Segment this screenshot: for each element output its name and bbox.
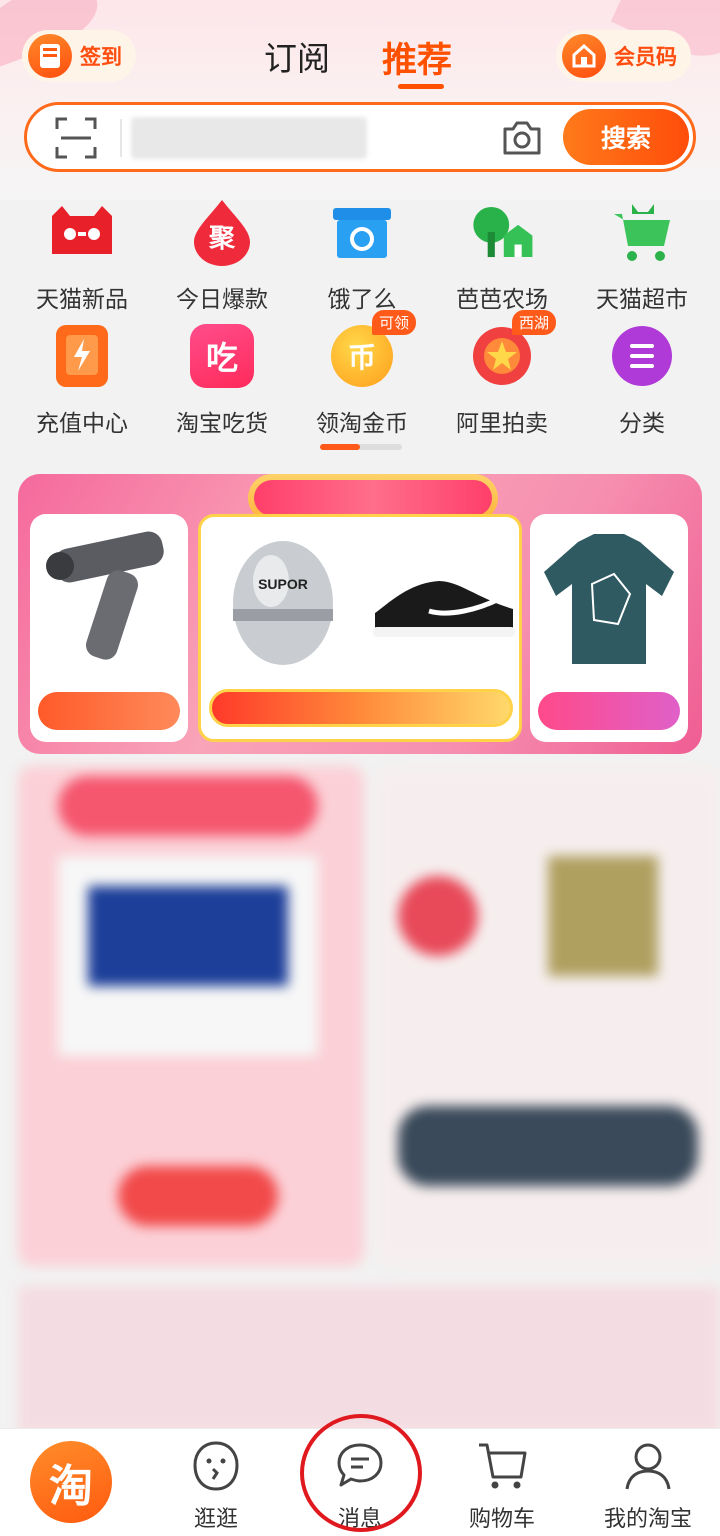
tmall-cat-icon xyxy=(48,198,116,266)
cart-icon xyxy=(479,1443,527,1489)
highlight-annotation-circle xyxy=(300,1414,422,1532)
tmall-cart-icon xyxy=(608,198,676,266)
grid-item-coins[interactable]: 币 可领 领淘金币 xyxy=(292,310,432,438)
coin-icon: 币 可领 xyxy=(328,310,416,390)
egg-timer-image: SUPOR xyxy=(233,541,333,665)
grid-label: 充值中心 xyxy=(36,411,128,437)
nav-home[interactable]: 淘 xyxy=(0,1429,140,1536)
promo-card-right[interactable] xyxy=(530,514,688,742)
guangguang-icon xyxy=(193,1441,239,1491)
nav-guangguang[interactable]: 逛逛 xyxy=(146,1429,286,1536)
promo-card-pill xyxy=(38,692,180,730)
promo-banner[interactable]: SUPOR xyxy=(18,474,702,754)
recharge-icon xyxy=(48,322,116,390)
grid-item-farm[interactable]: 芭芭农场 xyxy=(432,198,572,314)
tab-subscribe[interactable]: 订阅 xyxy=(264,32,330,80)
chi-food-icon: 吃 xyxy=(188,322,256,390)
member-code-icon xyxy=(562,34,606,78)
nav-cart[interactable]: 购物车 xyxy=(432,1429,572,1536)
grid-item-tmall-new[interactable]: 天猫新品 xyxy=(12,198,152,314)
ju-drop-icon: 聚 xyxy=(188,198,256,266)
active-tab-indicator xyxy=(398,84,444,89)
grid-scroll-indicator xyxy=(320,444,402,450)
massage-gun-image xyxy=(46,531,164,660)
auction-icon: 西湖 xyxy=(468,310,556,390)
coin-glyph: 币 xyxy=(347,341,376,374)
grid-item-auction[interactable]: 西湖 阿里拍卖 xyxy=(432,310,572,438)
grid-label: 天猫超市 xyxy=(596,287,688,313)
sweatshirt-image xyxy=(544,534,674,664)
search-bar[interactable]: 搜索 xyxy=(24,102,696,172)
coin-badge: 可领 xyxy=(371,310,416,335)
signin-button[interactable]: 签到 xyxy=(22,30,136,82)
search-divider xyxy=(120,119,122,157)
auction-badge: 西湖 xyxy=(511,310,556,335)
grid-item-category[interactable]: 分类 xyxy=(572,322,712,438)
grid-item-eleme[interactable]: 饿了么 xyxy=(292,198,432,314)
grid-item-tmall-supermarket[interactable]: 天猫超市 xyxy=(572,198,712,314)
scan-icon[interactable] xyxy=(55,117,97,159)
taobao-home-icon: 淘 xyxy=(30,1441,112,1523)
camera-icon[interactable] xyxy=(501,119,543,157)
nav-label: 逛逛 xyxy=(193,1507,238,1532)
eleme-box-icon xyxy=(328,198,396,266)
farm-tree-icon xyxy=(468,198,536,266)
chi-glyph: 吃 xyxy=(205,339,238,377)
signin-icon xyxy=(28,34,72,78)
menu-icon xyxy=(608,322,676,390)
grid-label: 领淘金币 xyxy=(316,411,408,437)
search-button[interactable]: 搜索 xyxy=(563,109,689,165)
promo-card-pill xyxy=(538,692,680,730)
promo-card-pill xyxy=(209,689,513,727)
nav-my-taobao[interactable]: 我的淘宝 xyxy=(578,1429,718,1536)
nav-label: 购物车 xyxy=(468,1507,535,1532)
member-code-button[interactable]: 会员码 xyxy=(556,30,691,82)
grid-label: 淘宝吃货 xyxy=(176,411,268,437)
promo-card-left[interactable] xyxy=(30,514,188,742)
ju-glyph: 聚 xyxy=(208,224,235,254)
signin-label: 签到 xyxy=(80,45,122,69)
grid-item-foodie[interactable]: 吃 淘宝吃货 xyxy=(152,322,292,438)
grid-label: 芭芭农场 xyxy=(456,287,548,313)
header: 签到 订阅 推荐 会员码 xyxy=(0,22,720,92)
grid-label: 今日爆款 xyxy=(176,287,268,313)
nav-label: 我的淘宝 xyxy=(603,1507,692,1532)
timer-brand: SUPOR xyxy=(258,576,308,592)
search-input[interactable] xyxy=(131,117,367,159)
feed-area-blurred xyxy=(18,766,720,1436)
grid-item-recharge[interactable]: 充值中心 xyxy=(12,322,152,438)
tab-recommend[interactable]: 推荐 xyxy=(382,32,452,83)
grid-item-today-hot[interactable]: 聚 今日爆款 xyxy=(152,198,292,314)
member-code-label: 会员码 xyxy=(614,45,677,69)
profile-icon xyxy=(625,1443,671,1490)
grid-label: 分类 xyxy=(619,411,665,437)
grid-label: 饿了么 xyxy=(327,287,397,313)
grid-label: 阿里拍卖 xyxy=(456,411,548,437)
sneaker-image xyxy=(373,581,515,637)
promo-card-center[interactable]: SUPOR xyxy=(198,514,522,742)
grid-label: 天猫新品 xyxy=(36,287,128,313)
